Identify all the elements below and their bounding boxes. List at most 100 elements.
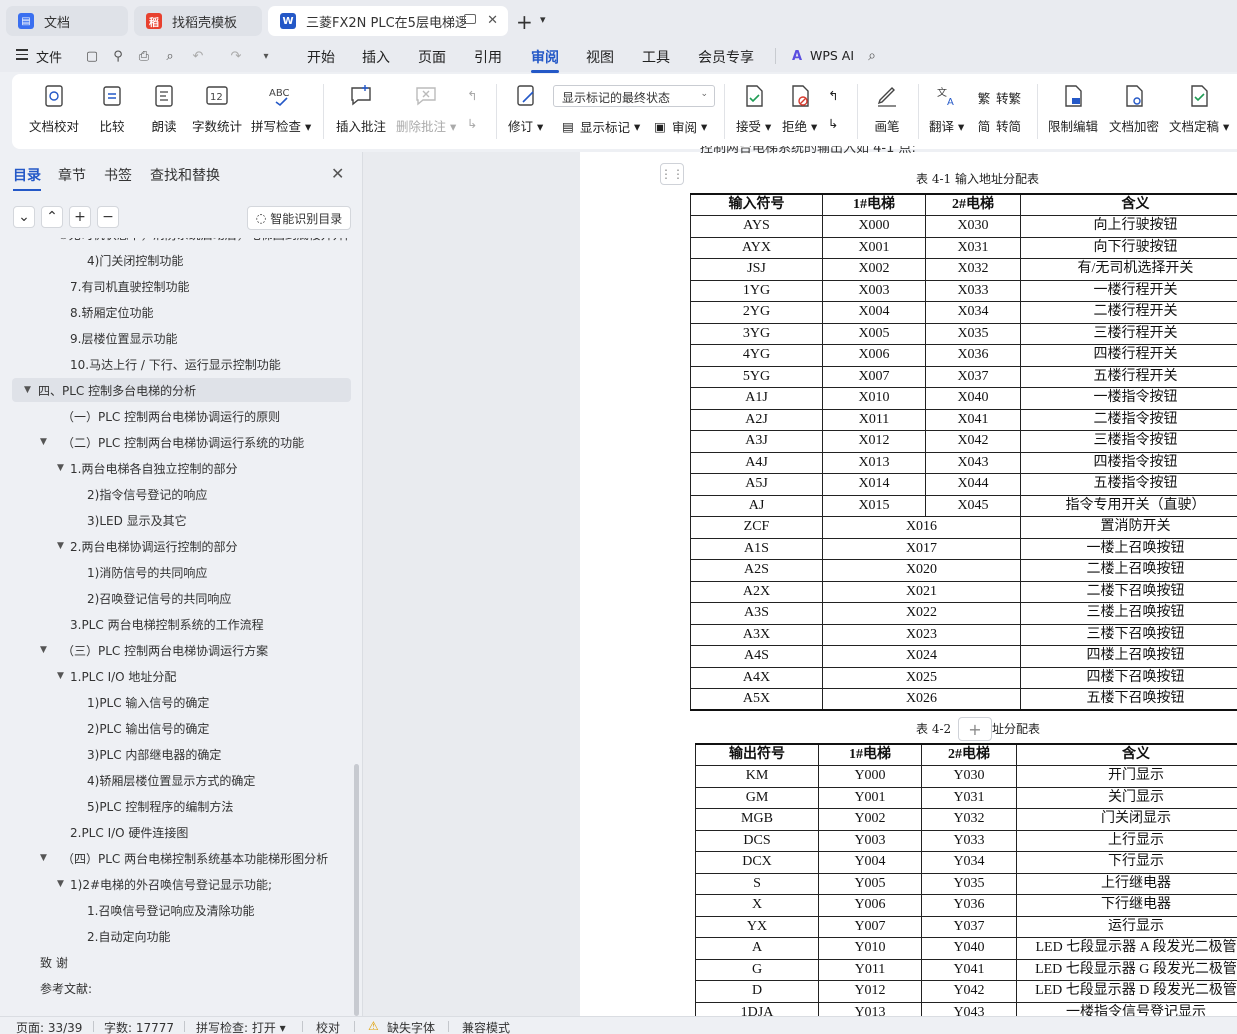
delete-comment-button[interactable]: 删除批注 ▾ <box>396 82 456 135</box>
menu-insert[interactable]: 插入 <box>362 47 390 67</box>
finalize-button[interactable]: 文档定稿 ▾ <box>1169 82 1229 135</box>
prev-change-icon[interactable]: ↰ <box>828 88 838 103</box>
expand-toggle-icon[interactable]: ▼ <box>57 671 64 681</box>
show-markup-button[interactable]: ▤ 显示标记 ▾ <box>560 117 640 136</box>
print-icon[interactable]: ⎙ <box>136 48 152 64</box>
expand-up-button[interactable]: ⌃ <box>41 206 63 228</box>
toc-item[interactable]: ▼ （二）PLC 控制两台电梯协调运行系统的功能 <box>12 430 351 454</box>
spell-check-button[interactable]: ABC 拼写检查 ▾ <box>251 82 311 135</box>
word-count-button[interactable]: 12 字数统计 <box>192 82 242 135</box>
print-preview-icon[interactable]: ⌕ <box>162 48 178 64</box>
reject-button[interactable]: 拒绝 ▾ <box>782 82 817 135</box>
undo-icon[interactable]: ↶ <box>190 48 206 64</box>
toc-item[interactable]: 4)轿厢层楼位置显示方式的确定 <box>12 768 351 792</box>
spell-check-status[interactable]: 拼写检查: 打开 ▾ <box>196 1019 286 1034</box>
prev-comment-icon[interactable]: ↰ <box>467 88 477 103</box>
toc-item[interactable]: 2.PLC I/O 硬件连接图 <box>12 820 351 844</box>
insert-comment-button[interactable]: 插入批注 <box>336 82 386 135</box>
nav-scrollbar[interactable] <box>354 764 359 1016</box>
expand-toggle-icon[interactable]: ▼ <box>24 385 31 395</box>
toc-item[interactable]: ▼ 2.两台电梯协调运行控制的部分 <box>12 534 351 558</box>
menu-tools[interactable]: 工具 <box>642 47 670 67</box>
toc-item[interactable]: 7.有司机直驶控制功能 <box>12 274 351 298</box>
save-icon[interactable]: ▢ <box>84 48 100 64</box>
toc-item[interactable]: 5)PLC 控制程序的编制方法 <box>12 794 351 818</box>
menu-references[interactable]: 引用 <box>474 47 502 67</box>
restrict-edit-button[interactable]: 限制编辑 <box>1048 82 1098 135</box>
translate-button[interactable]: 文A 翻译 ▾ <box>929 82 964 135</box>
tab-chapters[interactable]: 章节 <box>58 165 86 185</box>
toc-item[interactable]: 2)召唤登记信号的共同响应 <box>12 586 351 610</box>
toc-item[interactable]: 1)PLC 输入信号的确定 <box>12 690 351 714</box>
missing-font-status[interactable]: 缺失字体 <box>387 1019 435 1034</box>
menu-review[interactable]: 审阅 <box>531 47 559 73</box>
pen-button[interactable]: 画笔 <box>874 82 900 135</box>
chevron-down-icon[interactable]: ▾ <box>258 48 274 64</box>
redo-icon[interactable]: ↷ <box>228 48 244 64</box>
toc-item[interactable]: ▼ 1.两台电梯各自独立控制的部分 <box>12 456 351 480</box>
add-heading-button[interactable]: + <box>69 206 91 228</box>
menu-wps-ai[interactable]: WPS AI <box>810 48 854 63</box>
toc-item[interactable]: ▼ 1)2#电梯的外召唤信号登记显示功能; <box>12 872 351 896</box>
to-traditional-button[interactable]: 繁 转繁 <box>976 88 1021 107</box>
compare-button[interactable]: 比较 <box>99 82 125 135</box>
markup-state-select[interactable]: 显示标记的最终状态 ⌄ <box>553 85 715 107</box>
toc-item[interactable]: ▼ 四、PLC 控制多台电梯的分析 <box>12 378 351 402</box>
toc-item[interactable]: 2.自动定向功能 <box>12 924 351 948</box>
toc-item[interactable]: 3)PLC 内部继电器的确定 <box>12 742 351 766</box>
remove-heading-button[interactable]: − <box>97 206 119 228</box>
toc-item[interactable]: 1)消防信号的共同响应 <box>12 560 351 584</box>
accept-button[interactable]: 接受 ▾ <box>736 82 771 135</box>
expand-toggle-icon[interactable]: ▼ <box>57 541 64 551</box>
plus-icon[interactable]: + <box>958 717 992 741</box>
new-tab-button[interactable]: + <box>516 10 533 34</box>
page-indicator[interactable]: 页面: 33/39 <box>16 1019 82 1034</box>
word-count[interactable]: 字数: 17777 <box>104 1019 174 1034</box>
menu-file[interactable]: 文件 <box>36 47 62 66</box>
tab-find-replace[interactable]: 查找和替换 <box>150 165 220 185</box>
monitor-icon[interactable] <box>464 14 476 24</box>
collapse-all-button[interactable]: ⌄ <box>13 206 35 228</box>
menu-member[interactable]: 会员专享 <box>698 47 754 67</box>
next-comment-icon[interactable]: ↳ <box>467 116 477 131</box>
next-change-icon[interactable]: ↳ <box>828 116 838 131</box>
toc-item[interactable]: 1.召唤信号登记响应及清除功能 <box>12 898 351 922</box>
close-icon[interactable]: ✕ <box>331 164 344 183</box>
toc-item[interactable]: 3)LED 显示及其它 <box>12 508 351 532</box>
menu-page[interactable]: 页面 <box>418 47 446 67</box>
toc-item[interactable]: 3.PLC 两台电梯控制系统的工作流程 <box>12 612 351 636</box>
hamburger-icon[interactable] <box>16 49 28 61</box>
toc-item[interactable]: 参考文献: <box>12 976 351 1000</box>
toc-item[interactable]: 致 谢 <box>12 950 351 974</box>
toc-item[interactable]: （一）PLC 控制两台电梯协调运行的原则 <box>12 404 351 428</box>
tab-docs[interactable]: ▤ 文档 <box>6 6 128 36</box>
toc-item[interactable]: ▼ 1.PLC I/O 地址分配 <box>12 664 351 688</box>
chevron-down-icon[interactable]: ▾ <box>540 13 546 26</box>
to-simplified-button[interactable]: 简 转简 <box>976 116 1021 135</box>
link-icon[interactable]: ⚲ <box>110 48 126 64</box>
proofread-button[interactable]: 文档校对 <box>29 82 79 135</box>
drag-handle-icon[interactable]: ⋮⋮ <box>660 163 684 185</box>
toc-item[interactable]: 4)门关闭控制功能 <box>12 248 351 272</box>
tab-toc[interactable]: 目录 <box>13 165 41 191</box>
expand-toggle-icon[interactable]: ▼ <box>57 463 64 473</box>
toc-item[interactable]: ▼ （三）PLC 控制两台电梯协调运行方案 <box>12 638 351 662</box>
tab-bookmarks[interactable]: 书签 <box>104 165 132 185</box>
toc-item[interactable]: 2)PLC 输出信号的确定 <box>12 716 351 740</box>
close-icon[interactable]: ✕ <box>487 13 498 28</box>
review-pane-button[interactable]: ▣ 审阅 ▾ <box>652 117 707 136</box>
search-icon[interactable]: ⌕ <box>864 48 880 64</box>
expand-toggle-icon[interactable]: ▼ <box>40 437 47 447</box>
toc-item[interactable]: 10.马达上行 / 下行、运行显示控制功能 <box>12 352 351 376</box>
toc-item[interactable]: ④无司机状态下，消防系统启动后，电梯回到底楼并开门，上... <box>12 238 351 246</box>
tab-document[interactable]: W 三菱FX2N PLC在5层电梯逻辑 ✕ <box>268 6 508 36</box>
expand-toggle-icon[interactable]: ▼ <box>57 879 64 889</box>
encrypt-button[interactable]: 文档加密 <box>1109 82 1159 135</box>
toc-item[interactable]: 9.层楼位置显示功能 <box>12 326 351 350</box>
compat-mode-status[interactable]: 兼容模式 <box>462 1019 510 1034</box>
toc-item[interactable]: ▼ （四）PLC 两台电梯控制系统基本功能梯形图分析 <box>12 846 351 870</box>
expand-toggle-icon[interactable]: ▼ <box>40 853 47 863</box>
read-aloud-button[interactable]: 朗读 <box>151 82 177 135</box>
expand-toggle-icon[interactable]: ▼ <box>40 645 47 655</box>
toc-item[interactable]: 2)指令信号登记的响应 <box>12 482 351 506</box>
